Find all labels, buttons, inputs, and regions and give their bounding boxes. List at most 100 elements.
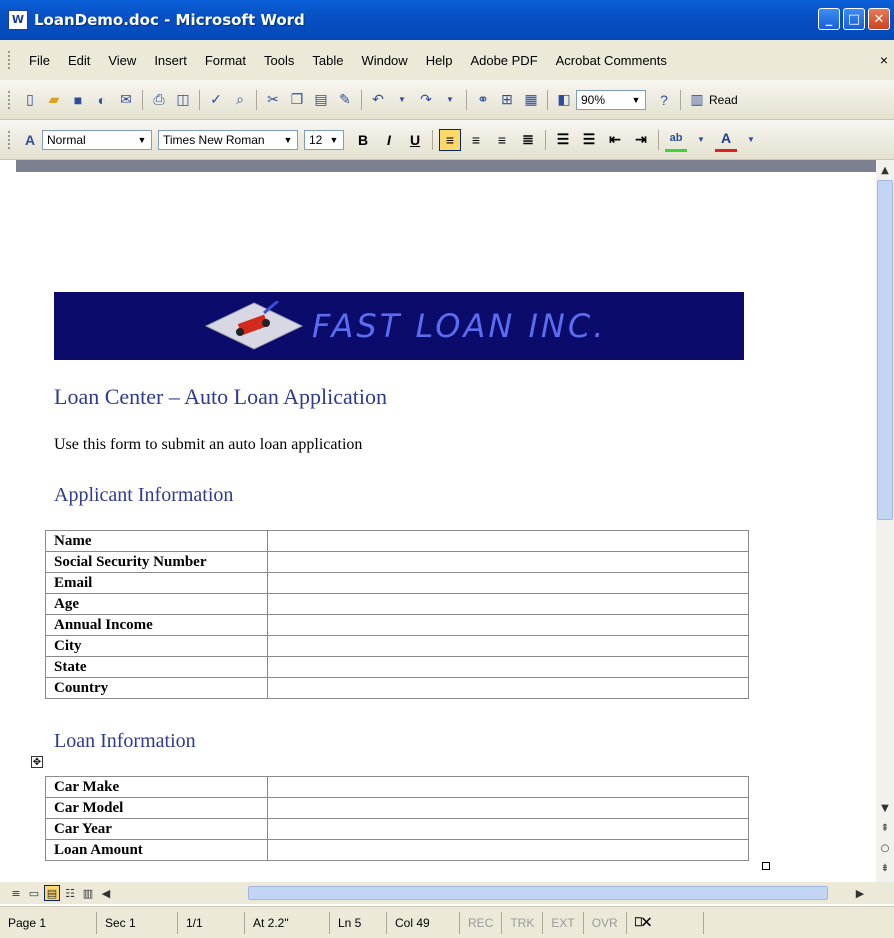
new-document-icon[interactable]: ▯ (19, 89, 41, 111)
cut-icon[interactable]: ✂ (262, 89, 284, 111)
italic-button[interactable]: I (378, 129, 400, 151)
research-icon[interactable]: ⌕ (229, 89, 251, 111)
scrollbar-thumb[interactable] (877, 180, 893, 520)
bold-button[interactable]: B (352, 129, 374, 151)
decrease-indent-icon[interactable]: ⇤ (604, 129, 626, 151)
status-ext[interactable]: EXT (543, 911, 584, 934)
field-input[interactable] (267, 839, 749, 861)
spelling-icon[interactable]: ✓ (205, 89, 227, 111)
maximize-button[interactable]: □ (843, 8, 865, 30)
undo-icon[interactable]: ↶ (367, 89, 389, 111)
highlight-icon[interactable]: ab (665, 127, 687, 152)
field-input[interactable] (267, 614, 749, 636)
copy-icon[interactable]: ❐ (286, 89, 308, 111)
status-ovr[interactable]: OVR (584, 911, 627, 934)
status-trk[interactable]: TRK (502, 911, 544, 934)
scroll-up-icon[interactable]: ▲ (877, 162, 893, 178)
tables-borders-icon[interactable]: ⊞ (496, 89, 518, 111)
field-input[interactable] (267, 593, 749, 615)
menu-format[interactable]: Format (196, 53, 255, 68)
document-close-button[interactable]: × (880, 52, 888, 68)
table-resize-handle[interactable] (762, 862, 770, 870)
reading-layout-icon[interactable]: ▥ (80, 885, 96, 901)
read-icon[interactable]: ▥ (686, 89, 708, 111)
font-size-dropdown[interactable]: 12 ▼ (304, 129, 344, 150)
menu-table[interactable]: Table (303, 53, 352, 68)
menu-file[interactable]: File (20, 53, 59, 68)
save-icon[interactable]: ■ (67, 89, 89, 111)
chevron-down-icon[interactable]: ▼ (281, 133, 295, 147)
field-input[interactable] (267, 635, 749, 657)
menu-tools[interactable]: Tools (255, 53, 303, 68)
menu-view[interactable]: View (99, 53, 145, 68)
field-input[interactable] (267, 572, 749, 594)
minimize-button[interactable]: _ (818, 8, 840, 30)
chevron-down-icon[interactable]: ▼ (135, 133, 149, 147)
outline-view-icon[interactable]: ☷ (62, 885, 78, 901)
menu-insert[interactable]: Insert (145, 53, 196, 68)
spelling-status-icon[interactable]: ⎕✕ (627, 911, 704, 934)
web-layout-icon[interactable]: ▭ (26, 885, 42, 901)
font-color-button[interactable]: A (715, 127, 737, 152)
scroll-down-icon[interactable]: ▼ (877, 800, 893, 816)
toolbar-grip[interactable] (8, 130, 14, 149)
close-button[interactable]: ✕ (868, 8, 890, 30)
font-color-dropdown-icon[interactable]: ▼ (740, 129, 762, 151)
increase-indent-icon[interactable]: ⇥ (630, 129, 652, 151)
styles-formatting-icon[interactable]: A (19, 129, 41, 151)
normal-view-icon[interactable]: ≡ (8, 885, 24, 901)
menu-help[interactable]: Help (417, 53, 462, 68)
numbering-icon[interactable]: ☰ (552, 129, 574, 151)
align-left-icon[interactable]: ≡ (439, 128, 461, 151)
help-icon[interactable]: ? (653, 89, 675, 111)
font-dropdown[interactable]: Times New Roman ▼ (158, 129, 298, 150)
document-page[interactable]: FAST LOAN INC. Loan Center – Auto Loan A… (16, 172, 876, 882)
field-input[interactable] (267, 656, 749, 678)
hyperlink-icon[interactable]: ⚭ (472, 89, 494, 111)
vertical-scrollbar[interactable]: ▲ ▼ ⇞ ○ ⇟ (876, 160, 894, 882)
table-move-handle-icon[interactable]: ✥ (31, 756, 43, 768)
bullets-icon[interactable]: ☰ (578, 129, 600, 151)
scroll-right-icon[interactable]: ▶ (852, 885, 868, 901)
chevron-down-icon[interactable]: ▼ (629, 93, 643, 107)
previous-page-icon[interactable]: ⇞ (877, 820, 893, 836)
undo-dropdown-icon[interactable]: ▼ (391, 89, 413, 111)
horizontal-scrollbar-thumb[interactable] (248, 886, 828, 900)
status-rec[interactable]: REC (460, 911, 503, 934)
print-preview-icon[interactable]: ◫ (172, 89, 194, 111)
menu-acrobat-comments[interactable]: Acrobat Comments (547, 53, 676, 68)
format-painter-icon[interactable]: ✎ (334, 89, 356, 111)
open-folder-icon[interactable]: ▰ (43, 89, 65, 111)
field-input[interactable] (267, 818, 749, 840)
paste-icon[interactable]: ▤ (310, 89, 332, 111)
zoom-dropdown[interactable]: 90% ▼ (576, 89, 646, 110)
select-browse-object-icon[interactable]: ○ (877, 840, 893, 856)
field-input[interactable] (267, 677, 749, 699)
permission-icon[interactable]: ◐ (91, 89, 113, 111)
menu-adobe-pdf[interactable]: Adobe PDF (461, 53, 546, 68)
scroll-left-icon[interactable]: ◀ (98, 885, 114, 901)
style-dropdown[interactable]: Normal ▼ (42, 129, 152, 150)
document-map-icon[interactable]: ◧ (553, 89, 575, 111)
next-page-icon[interactable]: ⇟ (877, 860, 893, 876)
word-app-icon[interactable]: W (8, 10, 28, 30)
toolbar-grip[interactable] (8, 90, 14, 109)
underline-button[interactable]: U (404, 129, 426, 151)
field-input[interactable] (267, 530, 749, 552)
redo-dropdown-icon[interactable]: ▼ (439, 89, 461, 111)
toolbar-grip[interactable] (8, 51, 14, 69)
redo-icon[interactable]: ↷ (415, 89, 437, 111)
print-icon[interactable]: ⎙ (148, 89, 170, 111)
chevron-down-icon[interactable]: ▼ (327, 133, 341, 147)
field-input[interactable] (267, 797, 749, 819)
print-layout-icon[interactable]: ▤ (44, 885, 60, 901)
read-button[interactable]: Read (709, 93, 738, 107)
email-icon[interactable]: ✉ (115, 89, 137, 111)
align-right-icon[interactable]: ≡ (491, 129, 513, 151)
highlight-dropdown-icon[interactable]: ▼ (690, 129, 712, 151)
justify-icon[interactable]: ≣ (517, 129, 539, 151)
insert-table-icon[interactable]: ▦ (520, 89, 542, 111)
menu-window[interactable]: Window (352, 53, 416, 68)
field-input[interactable] (267, 776, 749, 798)
align-center-icon[interactable]: ≡ (465, 129, 487, 151)
